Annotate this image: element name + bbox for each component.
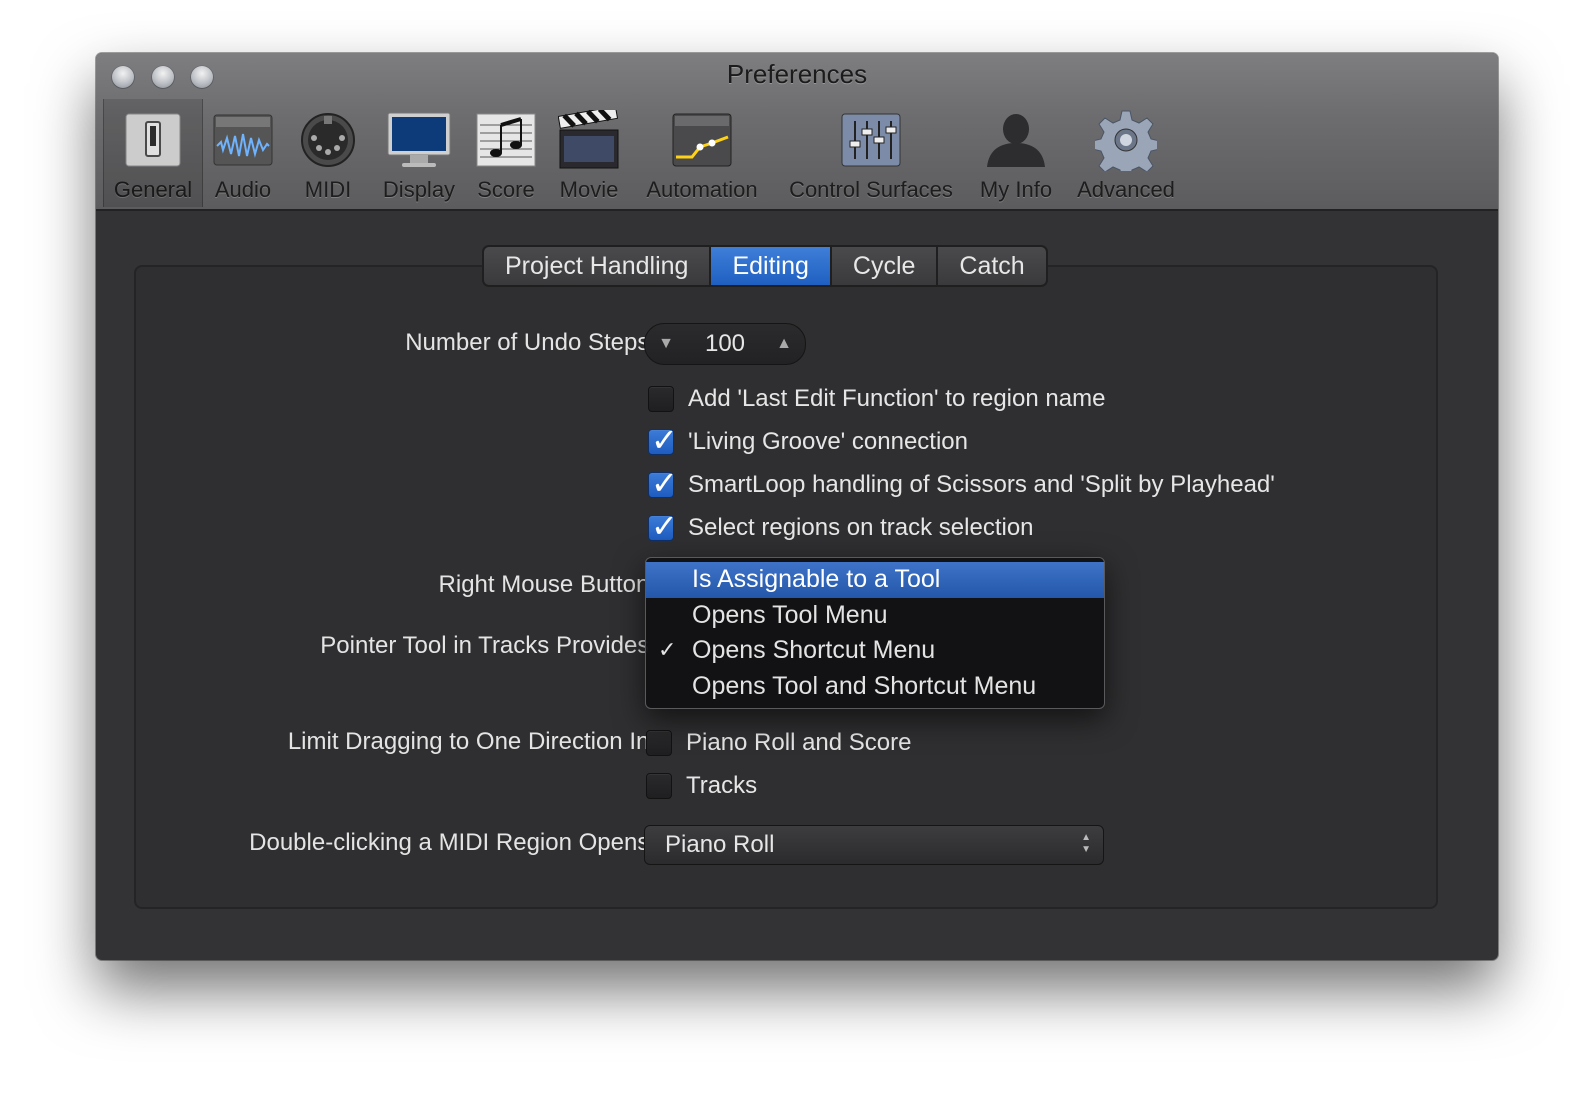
toolbar-label-control-surfaces: Control Surfaces	[789, 177, 953, 202]
tab-editing[interactable]: Editing	[711, 247, 832, 285]
toolbar-item-midi[interactable]: MIDI	[296, 105, 360, 203]
audio-waveform-icon	[208, 105, 278, 175]
toolbar-label-midi: MIDI	[304, 177, 352, 202]
toolbar-item-audio[interactable]: Audio	[208, 105, 278, 203]
tab-cycle[interactable]: Cycle	[832, 247, 939, 285]
menu-item-opens-shortcut-menu[interactable]: ✓ Opens Shortcut Menu	[646, 633, 1104, 669]
preferences-tab-bar: Project Handling Editing Cycle Catch	[482, 245, 1048, 287]
last-edit-function-checkbox[interactable]	[648, 386, 674, 412]
menu-item-opens-tool-menu[interactable]: Opens Tool Menu	[646, 598, 1104, 634]
advanced-gear-icon	[1074, 105, 1178, 175]
select-regions-label: Select regions on track selection	[688, 514, 1034, 541]
toolbar-item-control-surfaces[interactable]: Control Surfaces	[784, 105, 958, 203]
my-info-person-icon	[976, 105, 1056, 175]
titlebar: Preferences General Audio MIDI Display S…	[96, 53, 1498, 211]
undo-steps-label: Number of Undo Steps:	[405, 329, 656, 356]
select-regions-option[interactable]: Select regions on track selection	[648, 507, 1034, 545]
last-edit-function-option[interactable]: Add 'Last Edit Function' to region name	[648, 385, 1105, 413]
score-notes-icon	[472, 105, 540, 175]
general-switch-icon	[113, 105, 193, 175]
last-edit-function-label: Add 'Last Edit Function' to region name	[688, 385, 1106, 412]
toolbar-label-my-info: My Info	[979, 177, 1053, 202]
toolbar-label-audio: Audio	[214, 177, 272, 202]
menu-item-label: Opens Tool Menu	[692, 600, 888, 629]
control-surfaces-faders-icon	[784, 105, 958, 175]
window-title: Preferences	[726, 59, 868, 89]
toolbar-label-general: General	[113, 177, 193, 202]
smartloop-option[interactable]: SmartLoop handling of Scissors and 'Spli…	[648, 464, 1275, 502]
tab-catch[interactable]: Catch	[938, 247, 1045, 285]
double-click-midi-value: Piano Roll	[665, 831, 775, 858]
automation-curve-icon	[640, 105, 764, 175]
increment-arrow-icon[interactable]: ▲	[767, 324, 801, 364]
toolbar-item-advanced[interactable]: Advanced	[1074, 105, 1178, 203]
limit-piano-roll-option[interactable]: Piano Roll and Score	[646, 729, 911, 757]
undo-steps-value[interactable]: 100	[685, 324, 765, 364]
toolbar-label-automation: Automation	[646, 177, 758, 202]
tab-project-handling[interactable]: Project Handling	[484, 247, 712, 285]
toolbar-label-display: Display	[382, 177, 456, 202]
menu-item-label: Opens Shortcut Menu	[692, 636, 936, 664]
toolbar-item-score[interactable]: Score	[472, 105, 540, 203]
checkmark-icon: ✓	[658, 638, 677, 663]
smartloop-label: SmartLoop handling of Scissors and 'Spli…	[688, 471, 1275, 498]
updown-arrows-icon: ▲ ▼	[1081, 832, 1091, 855]
right-mouse-button-label: Right Mouse Button:	[438, 571, 656, 598]
movie-clapper-icon	[554, 105, 624, 175]
limit-tracks-option[interactable]: Tracks	[646, 772, 757, 800]
limit-dragging-label: Limit Dragging to One Direction In:	[287, 728, 656, 755]
preferences-window: Preferences General Audio MIDI Display S…	[96, 53, 1498, 960]
limit-piano-roll-checkbox[interactable]	[646, 730, 672, 756]
undo-steps-stepper[interactable]: ▼ 100 ▲	[644, 323, 806, 365]
toolbar-label-advanced: Advanced	[1077, 177, 1175, 202]
limit-tracks-label: Tracks	[686, 772, 758, 799]
limit-tracks-checkbox[interactable]	[646, 773, 672, 799]
smartloop-checkbox[interactable]	[648, 464, 678, 502]
menu-item-label: Is Assignable to a Tool	[692, 565, 941, 593]
toolbar-item-movie[interactable]: Movie	[554, 105, 624, 203]
decrement-arrow-icon[interactable]: ▼	[649, 324, 683, 364]
toolbar-label-score: Score	[477, 177, 535, 202]
double-click-midi-label: Double-clicking a MIDI Region Opens:	[249, 829, 656, 856]
living-groove-label: 'Living Groove' connection	[688, 428, 968, 455]
right-mouse-button-menu[interactable]: Is Assignable to a Tool Opens Tool Menu …	[645, 557, 1105, 709]
living-groove-option[interactable]: 'Living Groove' connection	[648, 421, 968, 459]
toolbar-item-general[interactable]: General	[103, 99, 203, 207]
toolbar-item-display[interactable]: Display	[374, 105, 464, 203]
menu-item-label: Opens Tool and Shortcut Menu	[692, 671, 1037, 700]
menu-item-assignable-to-tool[interactable]: Is Assignable to a Tool	[646, 562, 1104, 598]
toolbar-label-movie: Movie	[559, 177, 619, 202]
midi-connector-icon	[296, 105, 360, 175]
living-groove-checkbox[interactable]	[648, 421, 678, 459]
select-regions-checkbox[interactable]	[648, 507, 678, 545]
pointer-tool-label: Pointer Tool in Tracks Provides:	[320, 632, 656, 659]
double-click-midi-popup[interactable]: Piano Roll ▲ ▼	[644, 825, 1104, 865]
toolbar-item-automation[interactable]: Automation	[640, 105, 764, 203]
limit-piano-roll-label: Piano Roll and Score	[686, 729, 912, 756]
toolbar-item-my-info[interactable]: My Info	[976, 105, 1056, 203]
display-monitor-icon	[374, 105, 464, 175]
menu-item-opens-tool-and-shortcut-menu[interactable]: Opens Tool and Shortcut Menu	[646, 669, 1104, 705]
